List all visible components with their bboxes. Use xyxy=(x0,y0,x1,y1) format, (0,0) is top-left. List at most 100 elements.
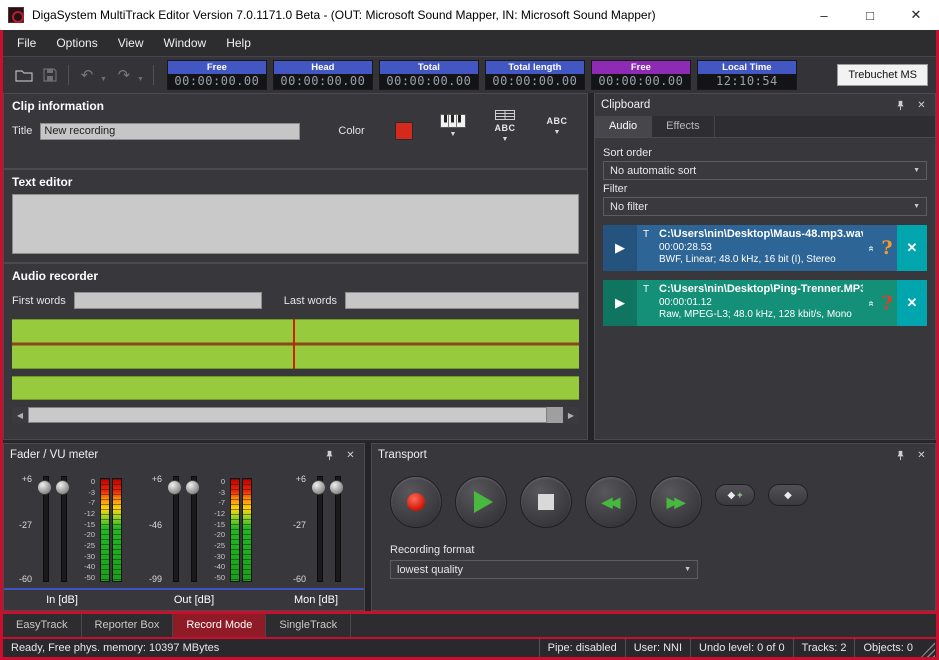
fader-knob[interactable] xyxy=(55,480,70,495)
clipboard-item[interactable]: ▶ T C:\Users\nin\Desktop\Maus-48.mp3.wav… xyxy=(603,225,927,271)
menu-bar: File Options View Window Help xyxy=(3,30,936,56)
item-type-badge: T xyxy=(643,228,659,268)
fader-knob[interactable] xyxy=(329,480,344,495)
close-panel-icon[interactable]: ✕ xyxy=(914,448,929,463)
fader-slider[interactable] xyxy=(310,476,328,582)
redo-icon[interactable]: ↷ xyxy=(111,63,137,87)
scroll-right-icon[interactable]: ▶ xyxy=(563,407,579,423)
clip-title-input[interactable] xyxy=(40,123,300,140)
chevron-down-icon: ▼ xyxy=(502,136,509,143)
close-panel-icon[interactable]: ✕ xyxy=(343,448,358,463)
play-icon[interactable]: ▶ xyxy=(603,280,637,326)
client-area: File Options View Window Help ↶ ▼ ↷ ▼ Fr… xyxy=(0,30,939,660)
toolbar-separator xyxy=(153,65,154,85)
scrollbar-track[interactable] xyxy=(28,407,563,423)
goto-marker-button[interactable]: ◆ xyxy=(768,484,808,506)
status-undo-level: Undo level: 0 of 0 xyxy=(690,639,793,657)
text-editor-section: Text editor xyxy=(3,169,588,263)
scale-label: -27 xyxy=(293,520,306,530)
save-icon[interactable] xyxy=(37,63,63,87)
maximize-button[interactable]: □ xyxy=(847,0,893,30)
sort-order-dropdown[interactable]: No automatic sort ▼ xyxy=(603,161,927,180)
add-marker-button[interactable]: ◆+ xyxy=(715,484,755,506)
tab-singletrack[interactable]: SingleTrack xyxy=(266,614,351,637)
color-swatch[interactable] xyxy=(395,122,413,140)
abc-text-button[interactable]: ABC ▼ xyxy=(537,104,577,148)
time-display-value: 00:00:00.00 xyxy=(274,74,372,89)
stop-button[interactable] xyxy=(520,476,572,528)
undo-dropdown-icon[interactable]: ▼ xyxy=(100,76,107,83)
font-selector-button[interactable]: Trebuchet MS xyxy=(837,64,928,86)
scrollbar-thumb[interactable] xyxy=(28,407,547,423)
fader-slider[interactable] xyxy=(36,476,54,582)
text-blocks-button[interactable]: ABC ▼ xyxy=(485,104,525,148)
clipboard-item[interactable]: ▶ T C:\Users\nin\Desktop\Ping-Trenner.MP… xyxy=(603,280,927,326)
expand-chevron-icon[interactable]: « xyxy=(865,280,877,326)
time-display-value: 00:00:00.00 xyxy=(168,74,266,89)
rewind-button[interactable]: ◀◀ xyxy=(585,476,637,528)
resize-grip[interactable] xyxy=(921,642,935,657)
pin-icon[interactable] xyxy=(893,98,908,113)
fader-scale: +6 -46 -99 xyxy=(142,476,166,582)
play-icon[interactable]: ▶ xyxy=(603,225,637,271)
open-folder-icon[interactable] xyxy=(11,63,37,87)
scale-label: +6 xyxy=(22,474,32,484)
tab-record-mode[interactable]: Record Mode xyxy=(173,614,266,637)
time-display-total-length: Total length 00:00:00.00 xyxy=(485,60,585,90)
keyboard-insert-button[interactable]: ▼ xyxy=(433,104,473,148)
fader-knob[interactable] xyxy=(37,480,52,495)
last-words-input[interactable] xyxy=(345,292,579,309)
panel-title: Clipboard xyxy=(601,99,887,111)
fader-knob[interactable] xyxy=(185,480,200,495)
menu-options[interactable]: Options xyxy=(46,30,107,56)
fader-knob[interactable] xyxy=(311,480,326,495)
menu-window[interactable]: Window xyxy=(154,30,217,56)
waveform-channel-right xyxy=(12,345,579,369)
close-button[interactable]: ✕ xyxy=(893,0,939,30)
plus-icon: + xyxy=(737,490,742,500)
abc-label: ABC xyxy=(495,123,516,133)
close-panel-icon[interactable]: ✕ xyxy=(914,98,929,113)
tab-easytrack[interactable]: EasyTrack xyxy=(3,614,82,637)
vu-meter-scale: 0-3-7-12-15-20-25-30-40-50 xyxy=(72,478,98,582)
fader-slider[interactable] xyxy=(328,476,346,582)
fader-slider[interactable] xyxy=(184,476,202,582)
menu-help[interactable]: Help xyxy=(216,30,261,56)
fader-slider[interactable] xyxy=(54,476,72,582)
pin-icon[interactable] xyxy=(322,448,337,463)
time-display-value: 12:10:54 xyxy=(698,74,796,89)
record-icon xyxy=(407,493,425,511)
last-words-label: Last words xyxy=(284,295,337,307)
menu-file[interactable]: File xyxy=(7,30,46,56)
section-title: Audio recorder xyxy=(4,264,587,286)
scale-label: -99 xyxy=(149,574,162,584)
first-words-label: First words xyxy=(12,295,66,307)
redo-dropdown-icon[interactable]: ▼ xyxy=(137,76,144,83)
filter-dropdown[interactable]: No filter ▼ xyxy=(603,197,927,216)
undo-icon[interactable]: ↶ xyxy=(74,63,100,87)
first-words-input[interactable] xyxy=(74,292,262,309)
tab-effects[interactable]: Effects xyxy=(652,116,714,137)
fader-label-in: In [dB] xyxy=(22,594,102,606)
menu-view[interactable]: View xyxy=(108,30,154,56)
expand-chevron-icon[interactable]: « xyxy=(865,225,877,271)
tab-audio[interactable]: Audio xyxy=(595,116,652,137)
remove-item-button[interactable]: ✕ xyxy=(897,280,927,326)
play-button[interactable] xyxy=(455,476,507,528)
fast-forward-button[interactable]: ▶▶ xyxy=(650,476,702,528)
waveform-display[interactable] xyxy=(12,319,579,400)
pin-icon[interactable] xyxy=(893,448,908,463)
fader-group-mon: +6 -27 -60 xyxy=(286,476,346,582)
vu-meter-bar xyxy=(112,478,122,582)
text-editor-area[interactable] xyxy=(12,194,579,254)
clipboard-panel: Clipboard ✕ Audio Effects Sort order No … xyxy=(594,93,936,440)
minimize-button[interactable]: – xyxy=(801,0,847,30)
tab-reporter-box[interactable]: Reporter Box xyxy=(82,614,174,637)
fader-slider[interactable] xyxy=(166,476,184,582)
scroll-left-icon[interactable]: ◀ xyxy=(12,407,28,423)
record-button[interactable] xyxy=(390,476,442,528)
fader-knob[interactable] xyxy=(167,480,182,495)
playhead-cursor[interactable] xyxy=(293,319,295,369)
recording-format-dropdown[interactable]: lowest quality ▼ xyxy=(390,560,698,579)
remove-item-button[interactable]: ✕ xyxy=(897,225,927,271)
